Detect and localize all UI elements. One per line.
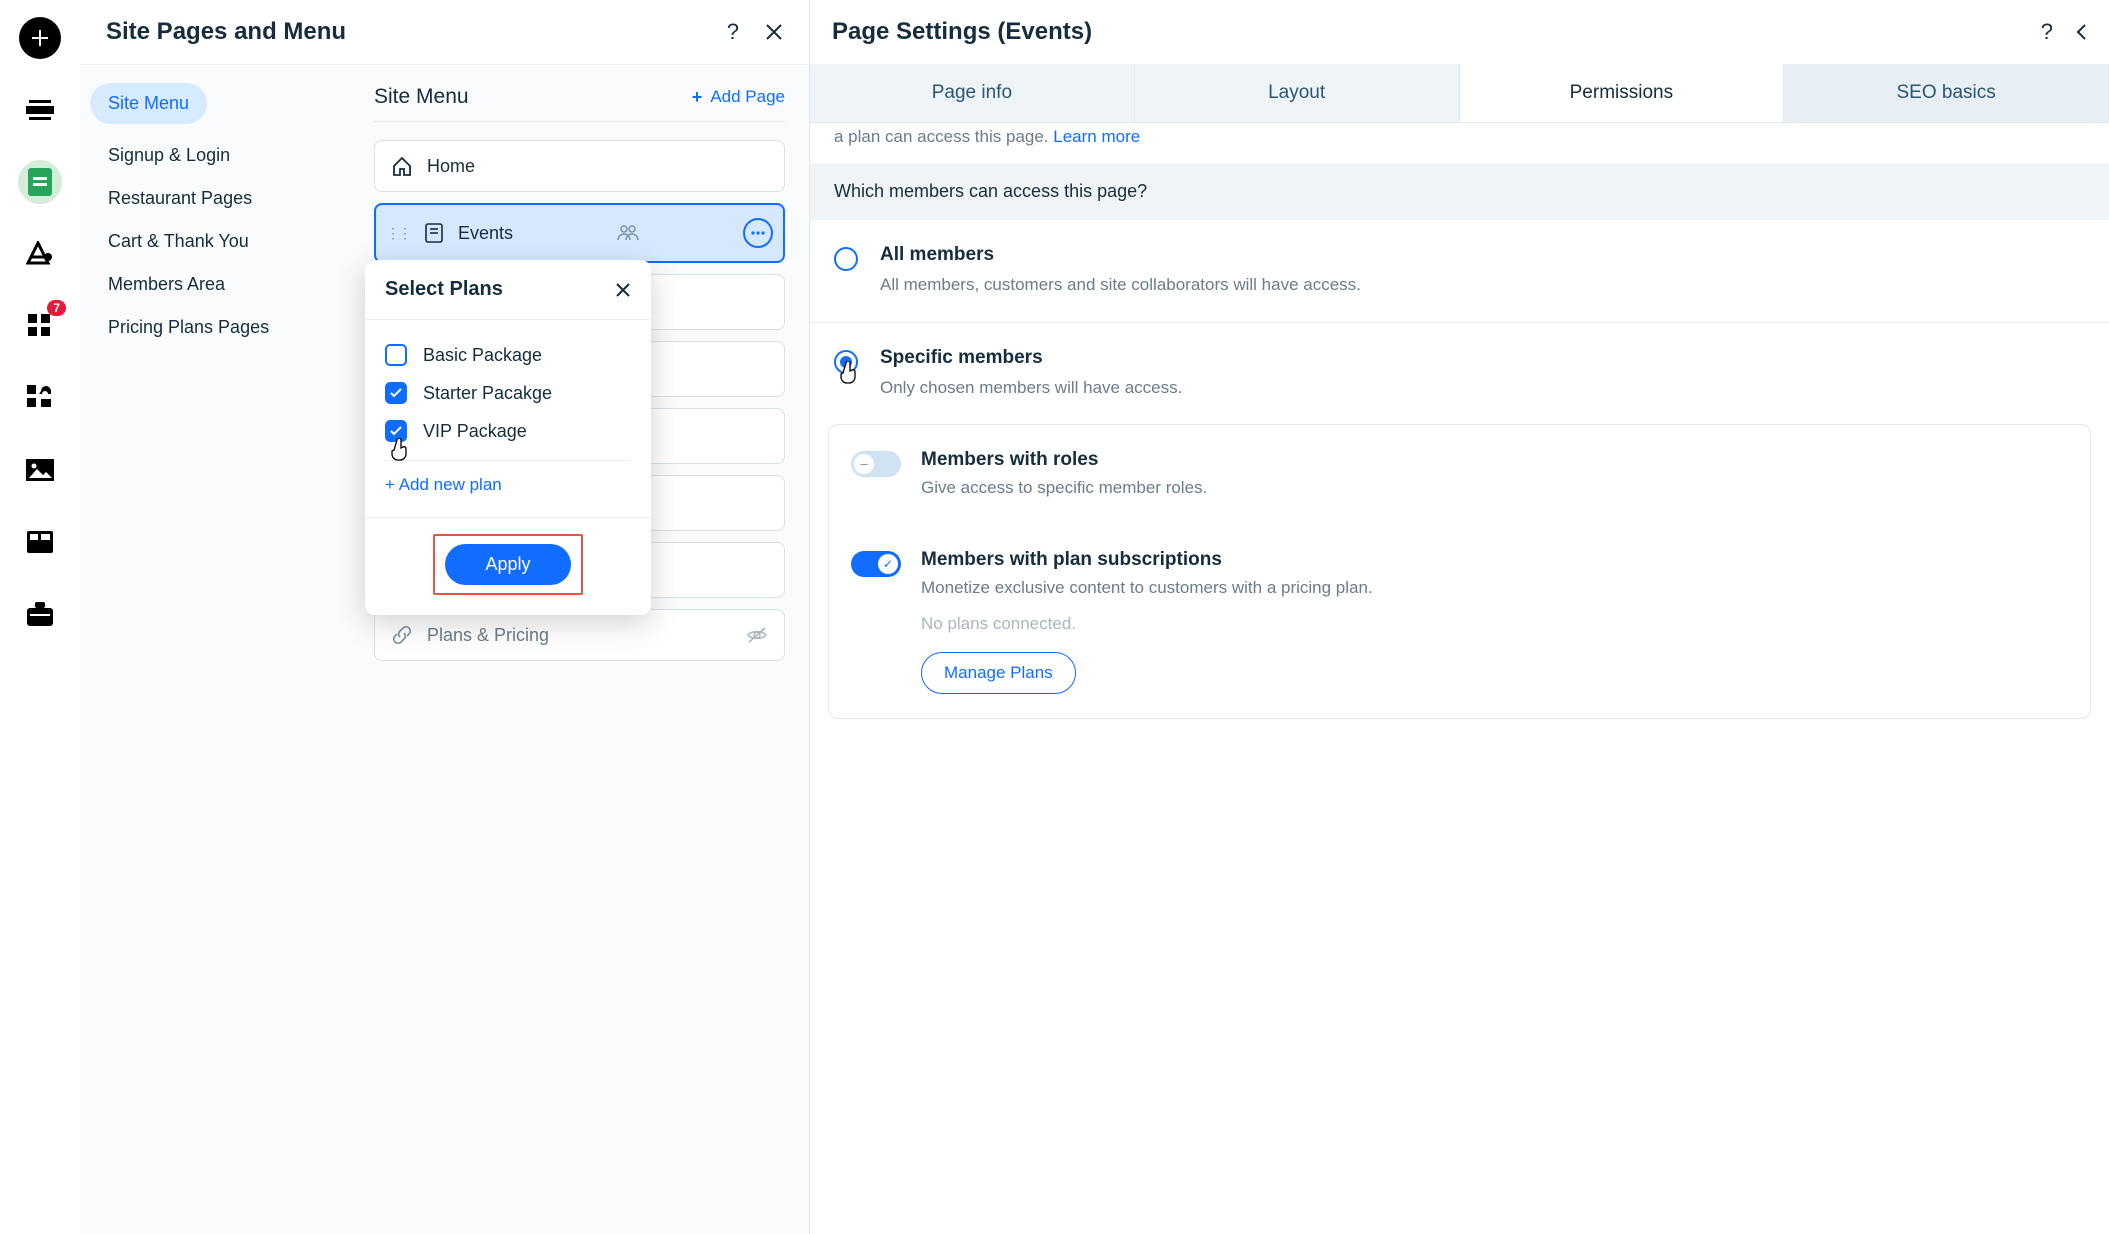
- nav-cart-thankyou[interactable]: Cart & Thank You: [90, 220, 340, 263]
- media-icon: [26, 459, 54, 481]
- plan-label: Basic Package: [423, 345, 542, 366]
- page-more-button[interactable]: [743, 218, 773, 248]
- radio-title: All members: [880, 244, 1361, 266]
- tab-layout[interactable]: Layout: [1135, 64, 1460, 122]
- drag-handle-icon[interactable]: ⋮⋮: [386, 225, 410, 242]
- page-icon: [28, 168, 52, 196]
- sections-icon: [26, 100, 54, 120]
- left-panel-header: Site Pages and Menu ?: [80, 0, 809, 64]
- nav-restaurant-pages[interactable]: Restaurant Pages: [90, 177, 340, 220]
- right-panel-title: Page Settings (Events): [832, 18, 1092, 46]
- tab-seo-basics[interactable]: SEO basics: [1784, 64, 2109, 122]
- help-icon[interactable]: ?: [2041, 19, 2053, 45]
- rail-add-button[interactable]: [18, 16, 62, 60]
- site-sections-nav: Site Menu Signup & Login Restaurant Page…: [80, 65, 350, 1234]
- toggle-on-icon[interactable]: [851, 551, 901, 577]
- tab-page-info[interactable]: Page info: [810, 64, 1135, 122]
- page-label: Events: [458, 223, 513, 244]
- rail-addons-icon[interactable]: [18, 376, 62, 420]
- help-icon[interactable]: ?: [727, 19, 739, 45]
- learn-more-link[interactable]: Learn more: [1053, 127, 1140, 146]
- manage-plans-button[interactable]: Manage Plans: [921, 652, 1076, 694]
- plan-label: VIP Package: [423, 421, 527, 442]
- plan-option-basic[interactable]: Basic Package: [385, 336, 631, 374]
- plus-icon: [30, 28, 50, 48]
- popover-title: Select Plans: [385, 278, 503, 301]
- radio-unchecked-icon[interactable]: [834, 247, 858, 271]
- nav-pricing-plans-pages[interactable]: Pricing Plans Pages: [90, 306, 340, 349]
- cursor-hand-icon: [838, 361, 860, 385]
- checkbox-checked-icon[interactable]: [385, 382, 407, 404]
- page-row-events[interactable]: ⋮⋮ Events: [374, 203, 785, 263]
- home-icon: [391, 155, 413, 177]
- hidden-icon: [746, 626, 768, 644]
- plan-label: Starter Pacakge: [423, 383, 552, 404]
- close-icon[interactable]: [765, 23, 783, 41]
- apply-button[interactable]: Apply: [445, 544, 570, 585]
- link-icon: [391, 624, 413, 646]
- members-question: Which members can access this page?: [810, 163, 2109, 220]
- page-row-home[interactable]: Home: [374, 140, 785, 192]
- briefcase-icon: [27, 602, 53, 626]
- rail-pages-button[interactable]: [18, 160, 62, 204]
- radio-all-members[interactable]: All members All members, customers and s…: [810, 220, 2109, 323]
- rail-design-icon[interactable]: [18, 232, 62, 276]
- nav-signup-login[interactable]: Signup & Login: [90, 134, 340, 177]
- radio-desc: All members, customers and site collabor…: [880, 272, 1361, 298]
- site-menu-heading: Site Menu: [374, 85, 469, 109]
- more-icon: [751, 231, 765, 235]
- no-plans-text: No plans connected.: [921, 614, 2068, 634]
- page-label: Home: [427, 156, 475, 177]
- toggle-off-icon[interactable]: [851, 451, 901, 477]
- data-icon: [27, 531, 53, 553]
- select-plans-popover: Select Plans Basic Package Starter P: [365, 260, 651, 615]
- radio-desc: Only chosen members will have access.: [880, 375, 1182, 401]
- rail-data-icon[interactable]: [18, 520, 62, 564]
- plan-option-starter[interactable]: Starter Pacakge: [385, 374, 631, 412]
- addons-icon: [27, 385, 53, 411]
- close-icon[interactable]: [615, 282, 631, 298]
- checkbox-unchecked-icon[interactable]: [385, 344, 407, 366]
- apps-icon: [28, 314, 52, 338]
- plan-option-vip[interactable]: VIP Package: [385, 412, 631, 450]
- add-page-button[interactable]: + Add Page: [692, 87, 785, 108]
- members-icon: [617, 224, 639, 242]
- left-panel-title: Site Pages and Menu: [106, 18, 346, 46]
- rail-business-icon[interactable]: [18, 592, 62, 636]
- page-label: Plans & Pricing: [427, 625, 549, 646]
- tab-permissions[interactable]: Permissions: [1460, 64, 1785, 122]
- apply-highlight: Apply: [433, 534, 582, 595]
- cursor-hand-icon: [389, 438, 411, 462]
- plus-icon: +: [692, 87, 703, 108]
- specific-members-options: Members with roles Give access to specif…: [828, 424, 2091, 719]
- nav-site-menu[interactable]: Site Menu: [90, 83, 207, 124]
- option-title: Members with plan subscriptions: [921, 549, 2068, 571]
- left-rail: 7: [0, 0, 80, 1234]
- add-new-plan-link[interactable]: + Add new plan: [385, 471, 631, 509]
- site-menu-main: Site Menu + Add Page Home ⋮⋮ Events: [350, 65, 809, 1234]
- page-icon: [424, 222, 444, 244]
- option-desc: Give access to specific member roles.: [921, 475, 1207, 501]
- rail-apps-icon[interactable]: 7: [18, 304, 62, 348]
- right-panel-header: Page Settings (Events) ?: [810, 0, 2109, 64]
- rail-media-icon[interactable]: [18, 448, 62, 492]
- apps-badge: 7: [47, 300, 66, 316]
- settings-tabs: Page info Layout Permissions SEO basics: [810, 64, 2109, 123]
- option-desc: Monetize exclusive content to customers …: [921, 575, 2068, 601]
- rail-sections-icon[interactable]: [18, 88, 62, 132]
- design-icon: [26, 241, 54, 267]
- toggle-members-roles[interactable]: Members with roles Give access to specif…: [829, 425, 2090, 525]
- radio-specific-members[interactable]: Specific members Only chosen members wil…: [810, 323, 2109, 425]
- nav-members-area[interactable]: Members Area: [90, 263, 340, 306]
- learn-more-row: a plan can access this page. Learn more: [810, 127, 2109, 163]
- chevron-left-icon[interactable]: [2075, 23, 2087, 41]
- page-row-plans-pricing[interactable]: Plans & Pricing: [374, 609, 785, 661]
- toggle-plan-subscriptions[interactable]: Members with plan subscriptions Monetize…: [829, 525, 2090, 719]
- radio-title: Specific members: [880, 347, 1182, 369]
- option-title: Members with roles: [921, 449, 1207, 471]
